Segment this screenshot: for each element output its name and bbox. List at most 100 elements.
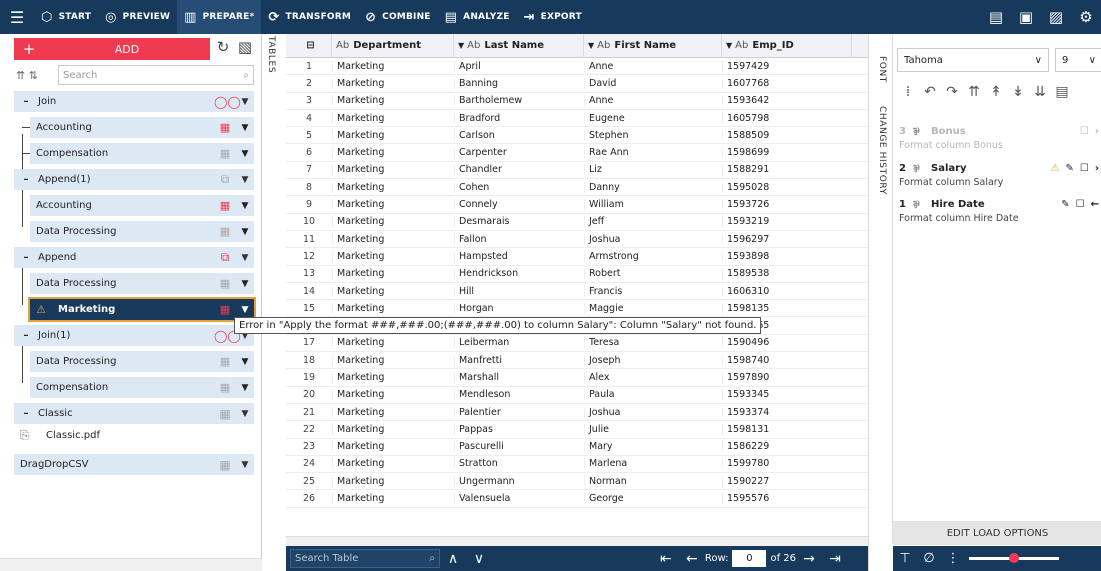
tab-prepare[interactable]: ▥ PREPARE* xyxy=(177,0,262,34)
tab-start[interactable]: ⬡ START xyxy=(34,0,98,34)
table-row[interactable]: 23 Marketing Pascurelli Mary 1586229 xyxy=(286,439,868,456)
table-cell[interactable]: 1589538 xyxy=(722,268,852,280)
row-number-cell[interactable]: 22 xyxy=(286,424,332,435)
table-cell[interactable]: Marketing xyxy=(332,60,454,72)
row-number-cell[interactable]: 25 xyxy=(286,476,332,487)
tree-item-data-processing[interactable]: Data Processing ▦ ▼ xyxy=(30,273,254,294)
search-icon[interactable]: ⌕ xyxy=(429,553,435,564)
tree-item-classic-pdf[interactable]: ⎘ Classic.pdf xyxy=(20,428,100,443)
tree-node-append-1[interactable]: – Append(1) ⧉ ▼ xyxy=(14,169,254,190)
search-table-input[interactable]: Search Table ⌕ xyxy=(290,549,440,568)
chevron-down-icon[interactable]: ▼ xyxy=(236,383,254,393)
table-cell[interactable]: Mendleson xyxy=(454,389,584,401)
comment-icon[interactable]: ☐ xyxy=(1076,199,1085,210)
table-row[interactable]: 4 Marketing Bradford Eugene 1605798 xyxy=(286,110,868,128)
history-item-salary[interactable]: 2 ⅌ Salary ⚠ ✎ ☐ › Format column Salary xyxy=(899,161,1099,189)
table-cell[interactable]: Chandler xyxy=(454,164,584,176)
table-cell[interactable]: Liz xyxy=(584,164,722,176)
font-tab[interactable]: FONT xyxy=(877,56,887,83)
chevron-down-icon[interactable]: ▼ xyxy=(236,253,254,263)
collapse-icon[interactable]: – xyxy=(14,252,38,263)
table-cell[interactable]: 1593345 xyxy=(722,389,852,401)
table-row[interactable]: 13 Marketing Hendrickson Robert 1589538 xyxy=(286,266,868,283)
edit-icon[interactable]: ✎ xyxy=(1066,163,1074,174)
edit-load-options-button[interactable]: EDIT LOAD OPTIONS xyxy=(893,521,1101,545)
table-row[interactable]: 26 Marketing Valensuela George 1595576 xyxy=(286,490,868,508)
search-icon[interactable]: ⌕ xyxy=(243,70,249,81)
table-cell[interactable]: Ungermann xyxy=(454,475,584,487)
table-cell[interactable]: Marketing xyxy=(332,302,454,314)
table-cell[interactable]: 1593726 xyxy=(722,199,852,211)
table-cell[interactable]: Manfretti xyxy=(454,354,584,366)
align-icon[interactable]: ⊤ xyxy=(893,551,917,566)
table-row[interactable]: 2 Marketing Banning David 1607768 xyxy=(286,75,868,93)
tree-item-compensation[interactable]: Compensation ▦ ▼ xyxy=(30,143,254,164)
table-row[interactable]: 21 Marketing Palentier Joshua 1593374 xyxy=(286,404,868,422)
font-size-select[interactable]: 9 ∨ xyxy=(1055,48,1101,72)
table-cell[interactable]: Marketing xyxy=(332,95,454,107)
font-family-select[interactable]: Tahoma ∨ xyxy=(897,48,1049,72)
tree-node-dragdropcsv[interactable]: DragDropCSV ▦ ▼ xyxy=(14,454,254,475)
table-cell[interactable]: Julie xyxy=(584,423,722,435)
table-row[interactable]: 15 Marketing Horgan Maggie 1598135 xyxy=(286,300,868,318)
table-cell[interactable]: Mary xyxy=(584,441,722,453)
left-scrollbar[interactable] xyxy=(0,558,262,571)
tree-node-classic[interactable]: – Classic ▦ ▼ xyxy=(14,403,254,424)
row-number-cell[interactable]: 14 xyxy=(286,286,332,297)
chevron-down-icon[interactable]: ▼ xyxy=(236,201,254,211)
table-cell[interactable]: 1597429 xyxy=(722,60,852,72)
row-number-cell[interactable]: 9 xyxy=(286,199,332,210)
tables-tab[interactable]: TABLES xyxy=(266,36,276,73)
collapse-icon[interactable]: – xyxy=(14,174,38,185)
table-cell[interactable]: 1595576 xyxy=(722,493,852,505)
filter-icon[interactable]: ⊟ xyxy=(286,33,332,58)
table-cell[interactable]: Jeff xyxy=(584,216,722,228)
table-cell[interactable]: Cohen xyxy=(454,181,584,193)
row-number-cell[interactable]: 15 xyxy=(286,303,332,314)
history-item-hire-date[interactable]: 1 ⅌ Hire Date ✎ ☐ ← Format column Hire Dat… xyxy=(899,197,1099,225)
chevron-down-icon[interactable]: ▼ xyxy=(236,279,254,289)
table-cell[interactable]: Norman xyxy=(584,475,722,487)
table-cell[interactable]: 1590227 xyxy=(722,475,852,487)
chevron-right-icon[interactable]: › xyxy=(1095,163,1099,174)
table-row[interactable]: 8 Marketing Cohen Danny 1595028 xyxy=(286,179,868,197)
tree-node-join[interactable]: – Join ◯◯ ▼ xyxy=(14,91,254,112)
row-number-cell[interactable]: 5 xyxy=(286,130,332,141)
table-cell[interactable]: 1588291 xyxy=(722,164,852,176)
row-number-cell[interactable]: 26 xyxy=(286,493,332,504)
row-number-cell[interactable]: 18 xyxy=(286,355,332,366)
null-icon[interactable]: ∅ xyxy=(917,551,941,566)
collapse-icon[interactable]: – xyxy=(14,408,38,419)
table-cell[interactable]: 1598740 xyxy=(722,354,852,366)
row-number-cell[interactable]: 1 xyxy=(286,61,332,72)
table-cell[interactable]: 1593219 xyxy=(722,216,852,228)
hamburger-icon[interactable]: ☰ xyxy=(0,8,34,27)
table-cell[interactable]: Marketing xyxy=(332,285,454,297)
table-cell[interactable]: Marketing xyxy=(332,199,454,211)
table-cell[interactable]: Marketing xyxy=(332,233,454,245)
table-cell[interactable]: 1586229 xyxy=(722,441,852,453)
table-row[interactable]: 10 Marketing Desmarais Jeff 1593219 xyxy=(286,214,868,231)
table-cell[interactable]: Teresa xyxy=(584,337,722,349)
table-cell[interactable]: Maggie xyxy=(584,302,722,314)
table-cell[interactable]: Anne xyxy=(584,60,722,72)
tree-item-compensation[interactable]: Compensation ▦ ▼ xyxy=(30,377,254,398)
table-cell[interactable]: Banning xyxy=(454,77,584,89)
image-icon[interactable]: ▨ xyxy=(1041,8,1071,26)
table-cell[interactable]: William xyxy=(584,199,722,211)
table-cell[interactable]: 1598131 xyxy=(722,423,852,435)
refresh-icon[interactable]: ↻ xyxy=(212,38,234,56)
table-horizontal-scrollbar[interactable] xyxy=(286,536,868,546)
tree-item-marketing[interactable]: ⚠ Marketing ▦ ▼ xyxy=(28,297,256,322)
column-header-first-name[interactable]: ▼ Ab First Name xyxy=(584,33,722,58)
table-cell[interactable]: Joshua xyxy=(584,406,722,418)
move-bottom-icon[interactable]: ⇊ xyxy=(1029,84,1051,100)
row-number-cell[interactable]: 2 xyxy=(286,78,332,89)
table-row[interactable]: 12 Marketing Hampsted Armstrong 1593898 xyxy=(286,248,868,266)
window-icon[interactable]: ▣ xyxy=(1011,8,1041,26)
table-cell[interactable]: Marketing xyxy=(332,389,454,401)
table-cell[interactable]: Marketing xyxy=(332,406,454,418)
table-cell[interactable]: Stephen xyxy=(584,129,722,141)
table-row[interactable]: 9 Marketing Connely William 1593726 xyxy=(286,196,868,214)
table-cell[interactable]: Carpenter xyxy=(454,147,584,159)
